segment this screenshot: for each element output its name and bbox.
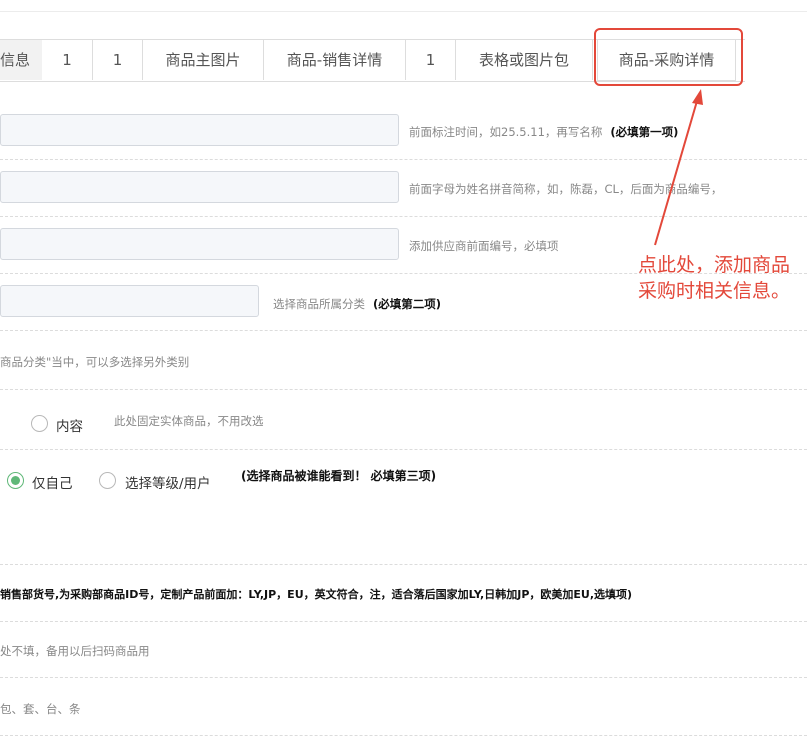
annotation-arrow-icon [654, 89, 703, 246]
annotation-text: 点此处，添加商品采购时相关信息。 [638, 254, 791, 302]
